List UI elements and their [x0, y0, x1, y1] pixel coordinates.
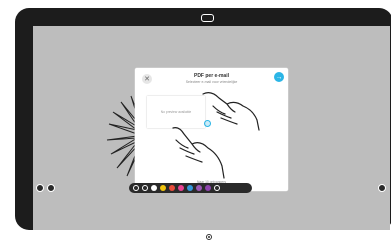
color-swatch[interactable] [196, 185, 202, 191]
drawing-toolbar [129, 183, 252, 193]
corner-undo-button[interactable] [47, 184, 55, 192]
color-swatch[interactable] [187, 185, 193, 191]
pdf-email-dialog: ✕ PDF per e-mail Selecteer e-mail voor v… [135, 68, 288, 191]
pen-icon[interactable] [142, 185, 148, 191]
color-swatch[interactable] [160, 185, 166, 191]
color-swatch[interactable] [178, 185, 184, 191]
undo-icon[interactable] [133, 185, 139, 191]
dialog-subtitle: Selecteer e-mail voor vriendelijke [185, 80, 238, 84]
board-illustration: ✕ PDF per e-mail Selecteer e-mail voor v… [0, 0, 391, 246]
color-swatch[interactable] [205, 185, 211, 191]
pdf-preview[interactable]: No preview available [147, 96, 205, 128]
corner-menu-button[interactable] [36, 184, 44, 192]
send-icon: → [275, 73, 283, 81]
preview-placeholder-text: No preview available [160, 110, 192, 114]
color-swatch[interactable] [169, 185, 175, 191]
selected-pen-icon[interactable] [151, 185, 157, 191]
dialog-title: PDF per e-mail [193, 73, 229, 79]
tap-indicator [204, 120, 211, 127]
camera-icon [201, 14, 214, 22]
home-button-icon[interactable] [206, 234, 212, 240]
send-button[interactable]: → [274, 72, 284, 82]
corner-close-button[interactable] [378, 184, 386, 192]
whiteboard-canvas[interactable]: ✕ PDF per e-mail Selecteer e-mail voor v… [33, 26, 390, 230]
eraser-icon[interactable] [214, 185, 220, 191]
